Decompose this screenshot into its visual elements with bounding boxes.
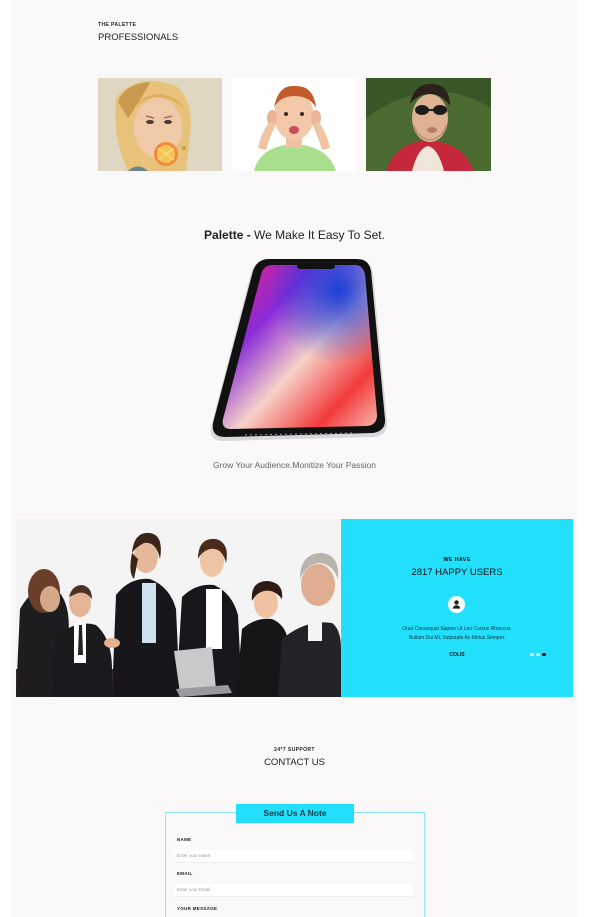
user-icon xyxy=(452,600,461,609)
promo-tagline: We Make It Easy To Set. xyxy=(254,228,385,242)
name-placeholder: Enter your name xyxy=(177,853,211,858)
carousel-dots xyxy=(530,653,546,656)
testimonial-line-2: Nullam Dui Mi, Vulputate Ac Metus Semper… xyxy=(408,635,506,641)
promo-headline: Palette - We Make It Easy To Set. xyxy=(11,228,578,242)
page: THE PALETTE PROFESSIONALS Palette - We M… xyxy=(11,0,578,917)
happy-users-panel: WE HAVE 2817 HAPPY USERS Orao Consequat … xyxy=(341,519,573,697)
name-input[interactable]: Enter your name xyxy=(175,850,413,863)
send-note-button[interactable]: Send Us A Note xyxy=(236,804,354,823)
professional-photo-3[interactable] xyxy=(366,78,491,171)
contact-kicker: 24*7 SUPPORT xyxy=(274,747,315,753)
stats-title: 2817 HAPPY USERS xyxy=(411,567,503,578)
professional-photo-1[interactable] xyxy=(98,78,222,171)
contact-form: Send Us A Note NAME Enter your name EMAI… xyxy=(165,804,425,917)
carousel-dot-1[interactable] xyxy=(530,653,534,656)
testimonial-quote: Orao Consequat Sapien Ut Leo Cursus Rhon… xyxy=(371,625,543,643)
name-label: NAME xyxy=(177,837,192,842)
testimonial-line-1: Orao Consequat Sapien Ut Leo Cursus Rhon… xyxy=(402,626,512,632)
professionals-title: PROFESSIONALS xyxy=(98,32,179,43)
email-placeholder: Enter your Email xyxy=(177,887,211,892)
message-label: YOUR MESSAGE xyxy=(177,906,218,911)
team-meeting-photo xyxy=(16,519,341,697)
email-label: EMAIL xyxy=(177,871,193,876)
contact-title: CONTACT US xyxy=(264,757,325,768)
promo-brand: Palette - xyxy=(204,228,255,242)
professional-photo-2[interactable] xyxy=(232,78,356,171)
phone-illustration xyxy=(205,255,389,445)
carousel-dot-3[interactable] xyxy=(542,653,546,656)
stats-kicker: WE HAVE xyxy=(443,557,471,563)
user-avatar xyxy=(448,596,465,613)
carousel-dot-2[interactable] xyxy=(536,653,540,656)
promo-caption: Grow Your Audience.Monitize Your Passion xyxy=(212,460,377,470)
professionals-kicker: THE PALETTE xyxy=(98,22,137,28)
email-input[interactable]: Enter your Email xyxy=(175,884,413,897)
